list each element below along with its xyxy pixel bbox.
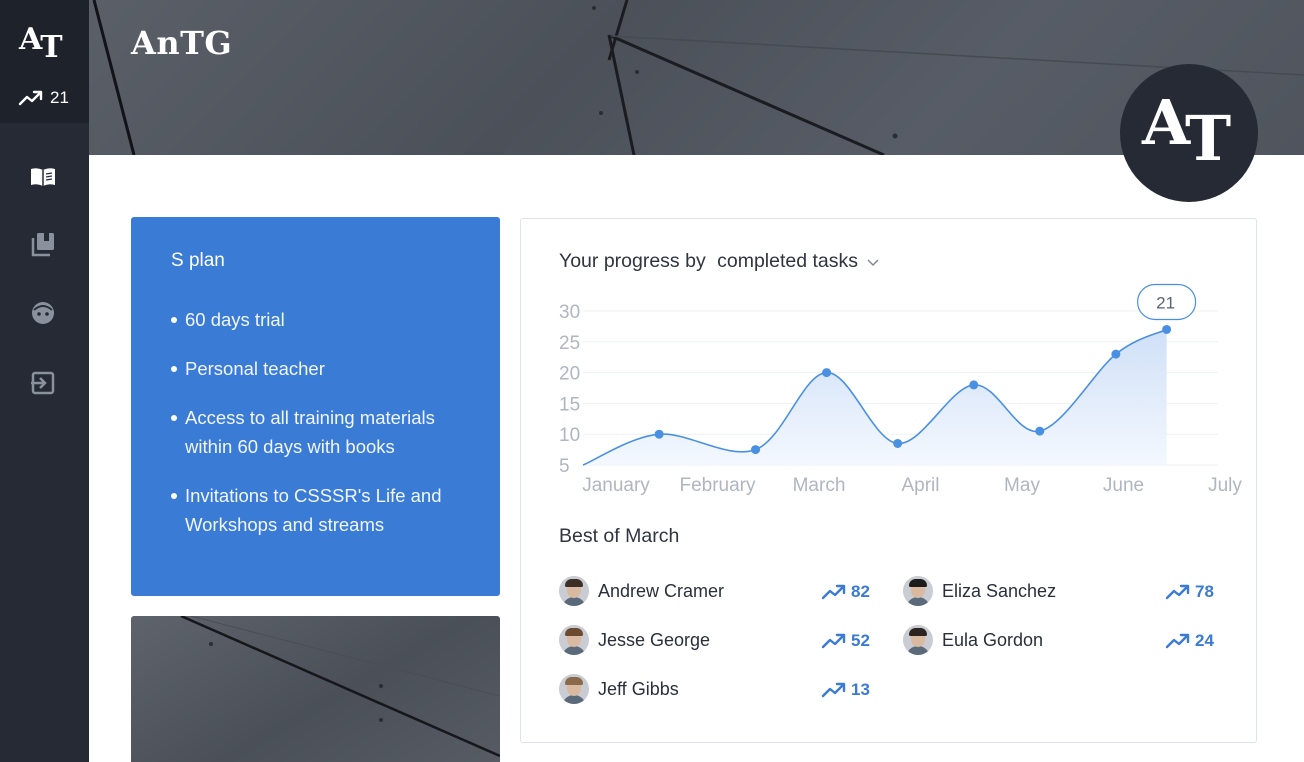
leader-score-value: 24 xyxy=(1195,631,1214,650)
trending-up-icon xyxy=(18,90,43,106)
plan-features: 60 days trial Personal teacher Access to… xyxy=(169,305,469,559)
leader-score-value: 13 xyxy=(851,680,870,699)
leader-row[interactable]: Andrew Cramer xyxy=(559,576,724,606)
avatar-body xyxy=(906,597,930,606)
plan-feature: 60 days trial xyxy=(169,305,469,334)
leader-name: Jesse George xyxy=(598,629,711,650)
y-tick-label: 15 xyxy=(559,394,580,415)
trending-up-icon xyxy=(1165,584,1190,599)
progress-chart: 5 10 15 20 25 30 January February March April May J… xyxy=(559,283,1242,496)
value-callout-label: 21 xyxy=(1156,293,1175,312)
leader-row[interactable]: Eliza Sanchez xyxy=(903,576,1056,606)
y-tick-label: 30 xyxy=(559,302,580,323)
brand-title: AnTG xyxy=(131,24,233,62)
data-point xyxy=(1035,426,1045,436)
avatar xyxy=(903,625,933,655)
avatar-hair xyxy=(565,628,583,636)
y-tick-label: 10 xyxy=(559,425,580,446)
leader-score-value: 52 xyxy=(851,631,870,650)
trending-up-icon xyxy=(1165,633,1190,648)
x-tick-label: February xyxy=(679,475,756,496)
avatar-hair xyxy=(565,677,583,685)
trend-counter: 21 xyxy=(18,88,69,108)
data-point xyxy=(1111,349,1121,359)
face-icon xyxy=(32,302,54,324)
leader-score: 24 xyxy=(1165,631,1214,651)
x-tick-label: July xyxy=(1208,475,1242,496)
x-tick-label: March xyxy=(793,475,846,496)
avatar-body xyxy=(562,597,586,606)
avatar-hair xyxy=(565,579,583,587)
leader-name: Andrew Cramer xyxy=(598,580,725,601)
nav-item-profile[interactable] xyxy=(28,298,58,328)
data-point xyxy=(893,438,903,448)
avatar xyxy=(559,625,589,655)
plan-feature: Invitations to CSSSR's Life and Workshop… xyxy=(169,481,469,539)
photo-card xyxy=(131,616,500,762)
photo-texture xyxy=(180,616,500,758)
avatar xyxy=(559,576,589,606)
avatar-body xyxy=(906,646,930,655)
data-point xyxy=(1162,324,1172,334)
leader-score-value: 78 xyxy=(1195,582,1214,601)
x-tick-label: June xyxy=(1103,475,1144,496)
data-point xyxy=(751,445,761,455)
brand-logo: A T xyxy=(1120,64,1258,202)
leader-score: 13 xyxy=(821,680,870,700)
logout-icon xyxy=(31,371,55,395)
avatar-body xyxy=(562,695,586,704)
y-tick-label: 20 xyxy=(559,364,580,385)
leader-score-value: 82 xyxy=(851,582,870,601)
leader-name: Eliza Sanchez xyxy=(942,580,1057,601)
leader-row[interactable]: Jeff Gibbs xyxy=(559,674,679,704)
nav-item-library[interactable] xyxy=(28,229,58,259)
app-logo[interactable]: AT xyxy=(19,22,63,65)
sidebar: AT 21 xyxy=(0,0,89,762)
best-of-title: Best of March xyxy=(559,525,680,547)
x-tick-label: May xyxy=(1004,475,1040,496)
avatar xyxy=(559,674,589,704)
plan-card: S plan 60 days trial Personal teacher Ac… xyxy=(131,217,500,596)
leader-name: Eula Gordon xyxy=(942,629,1044,650)
data-point xyxy=(654,429,664,439)
leader-score: 82 xyxy=(821,582,870,602)
trend-value: 21 xyxy=(50,88,69,107)
leader-score: 52 xyxy=(821,631,870,651)
avatar xyxy=(903,576,933,606)
library-icon xyxy=(31,233,54,257)
avatar-hair xyxy=(909,628,927,636)
leader-score: 78 xyxy=(1165,582,1214,602)
trending-up-icon xyxy=(821,682,846,697)
avatar-hair xyxy=(909,579,927,587)
y-tick-label: 5 xyxy=(559,456,570,477)
plan-feature: Access to all training materials within … xyxy=(169,403,469,461)
leader-row[interactable]: Eula Gordon xyxy=(903,625,1043,655)
sidebar-header: AT 21 xyxy=(0,0,89,123)
nav-item-lessons[interactable] xyxy=(28,162,58,192)
data-point xyxy=(822,368,832,378)
trending-up-icon xyxy=(821,633,846,648)
nav-item-logout[interactable] xyxy=(28,368,58,398)
chevron-down-icon xyxy=(867,259,879,266)
progress-card: Your progress by completed tasks 5 10 15 20… xyxy=(520,218,1257,743)
book-open-icon xyxy=(31,168,55,186)
x-tick-label: April xyxy=(901,475,939,496)
x-tick-label: January xyxy=(582,475,650,496)
y-tick-label: 25 xyxy=(559,333,580,354)
data-point xyxy=(969,380,979,390)
trending-up-icon xyxy=(821,584,846,599)
plan-title: S plan xyxy=(171,250,225,271)
plan-feature: Personal teacher xyxy=(169,354,469,383)
leader-row[interactable]: Jesse George xyxy=(559,625,710,655)
leader-name: Jeff Gibbs xyxy=(598,678,679,699)
avatar-body xyxy=(562,646,586,655)
